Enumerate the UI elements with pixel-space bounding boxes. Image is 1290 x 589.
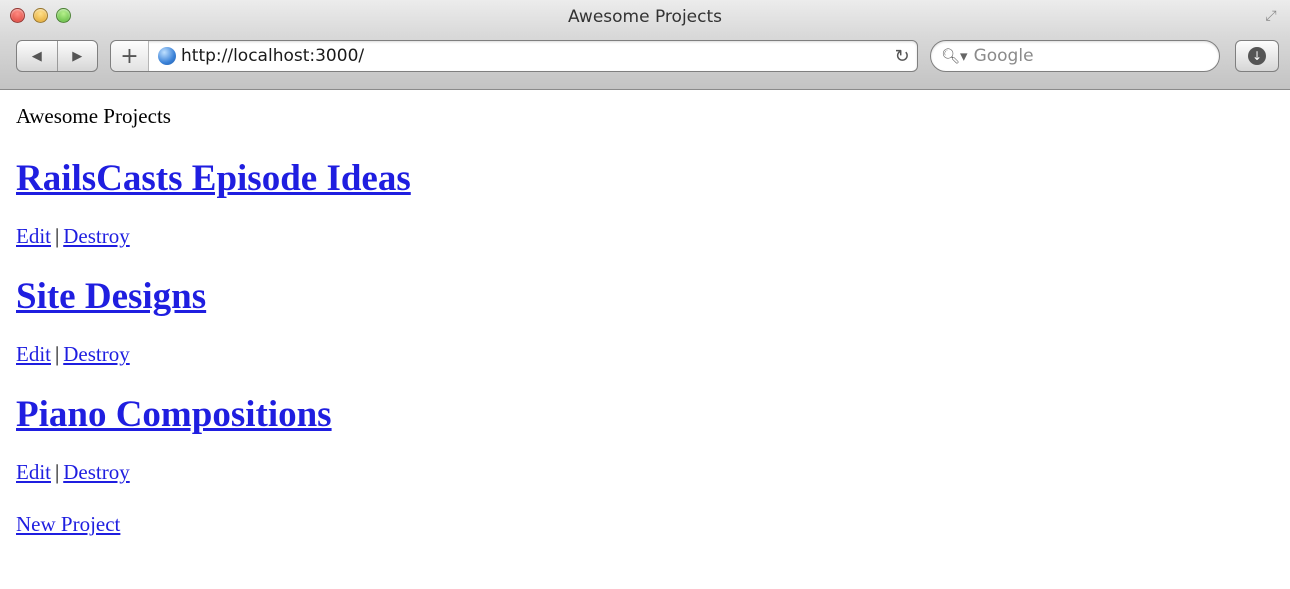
downloads-button[interactable]: ↓ xyxy=(1235,40,1279,72)
search-field[interactable]: 🔍︎▾ xyxy=(930,40,1220,72)
project-actions: Edit | Destroy xyxy=(16,342,1276,366)
project-actions: Edit | Destroy xyxy=(16,224,1276,248)
address-bar[interactable]: + http://localhost:3000/ ↻ xyxy=(110,40,918,72)
project-link[interactable]: RailsCasts Episode Ideas xyxy=(16,158,411,199)
separator: | xyxy=(55,460,60,484)
fullscreen-icon[interactable]: ⤢ xyxy=(1262,7,1280,25)
edit-link[interactable]: Edit xyxy=(16,224,51,248)
back-arrow-icon: ◀ xyxy=(31,48,42,64)
add-bookmark-button[interactable]: + xyxy=(111,41,149,71)
search-icon[interactable]: 🔍︎▾ xyxy=(941,47,968,65)
project-list: RailsCasts Episode Ideas Edit | Destroy Si… xyxy=(16,158,1276,484)
new-project-link[interactable]: New Project xyxy=(16,512,120,536)
window-title: Awesome Projects xyxy=(567,7,722,27)
page-content: Awesome Projects RailsCasts Episode Idea… xyxy=(16,104,1276,536)
project-item: RailsCasts Episode Ideas Edit | Destroy xyxy=(16,158,1276,248)
project-title: Site Designs xyxy=(16,276,1276,318)
project-item: Piano Compositions Edit | Destroy xyxy=(16,394,1276,484)
browser-chrome: Awesome Projects ⤢ ◀ ▶ + http://localhos… xyxy=(0,0,1290,90)
download-icon: ↓ xyxy=(1248,47,1266,65)
forward-arrow-icon: ▶ xyxy=(72,48,83,64)
page-title: Awesome Projects xyxy=(16,104,171,128)
edit-link[interactable]: Edit xyxy=(16,460,51,484)
separator: | xyxy=(55,224,60,248)
project-actions: Edit | Destroy xyxy=(16,460,1276,484)
destroy-link[interactable]: Destroy xyxy=(63,460,130,484)
reload-icon[interactable]: ↻ xyxy=(887,46,917,67)
edit-link[interactable]: Edit xyxy=(16,342,51,366)
destroy-link[interactable]: Destroy xyxy=(63,224,130,248)
project-title: Piano Compositions xyxy=(16,394,1276,436)
project-title: RailsCasts Episode Ideas xyxy=(16,158,1276,200)
globe-icon xyxy=(158,47,176,65)
project-item: Site Designs Edit | Destroy xyxy=(16,276,1276,366)
back-button[interactable]: ◀ xyxy=(17,41,57,71)
back-forward-buttons: ◀ ▶ xyxy=(16,40,98,72)
search-input[interactable] xyxy=(973,46,1194,66)
toolbar: ◀ ▶ + http://localhost:3000/ ↻ 🔍︎▾ ↓ xyxy=(0,40,1290,76)
project-link[interactable]: Site Designs xyxy=(16,276,206,317)
separator: | xyxy=(55,342,60,366)
forward-button[interactable]: ▶ xyxy=(56,41,98,71)
url-field[interactable]: http://localhost:3000/ xyxy=(181,46,887,66)
project-link[interactable]: Piano Compositions xyxy=(16,394,332,435)
destroy-link[interactable]: Destroy xyxy=(63,342,130,366)
